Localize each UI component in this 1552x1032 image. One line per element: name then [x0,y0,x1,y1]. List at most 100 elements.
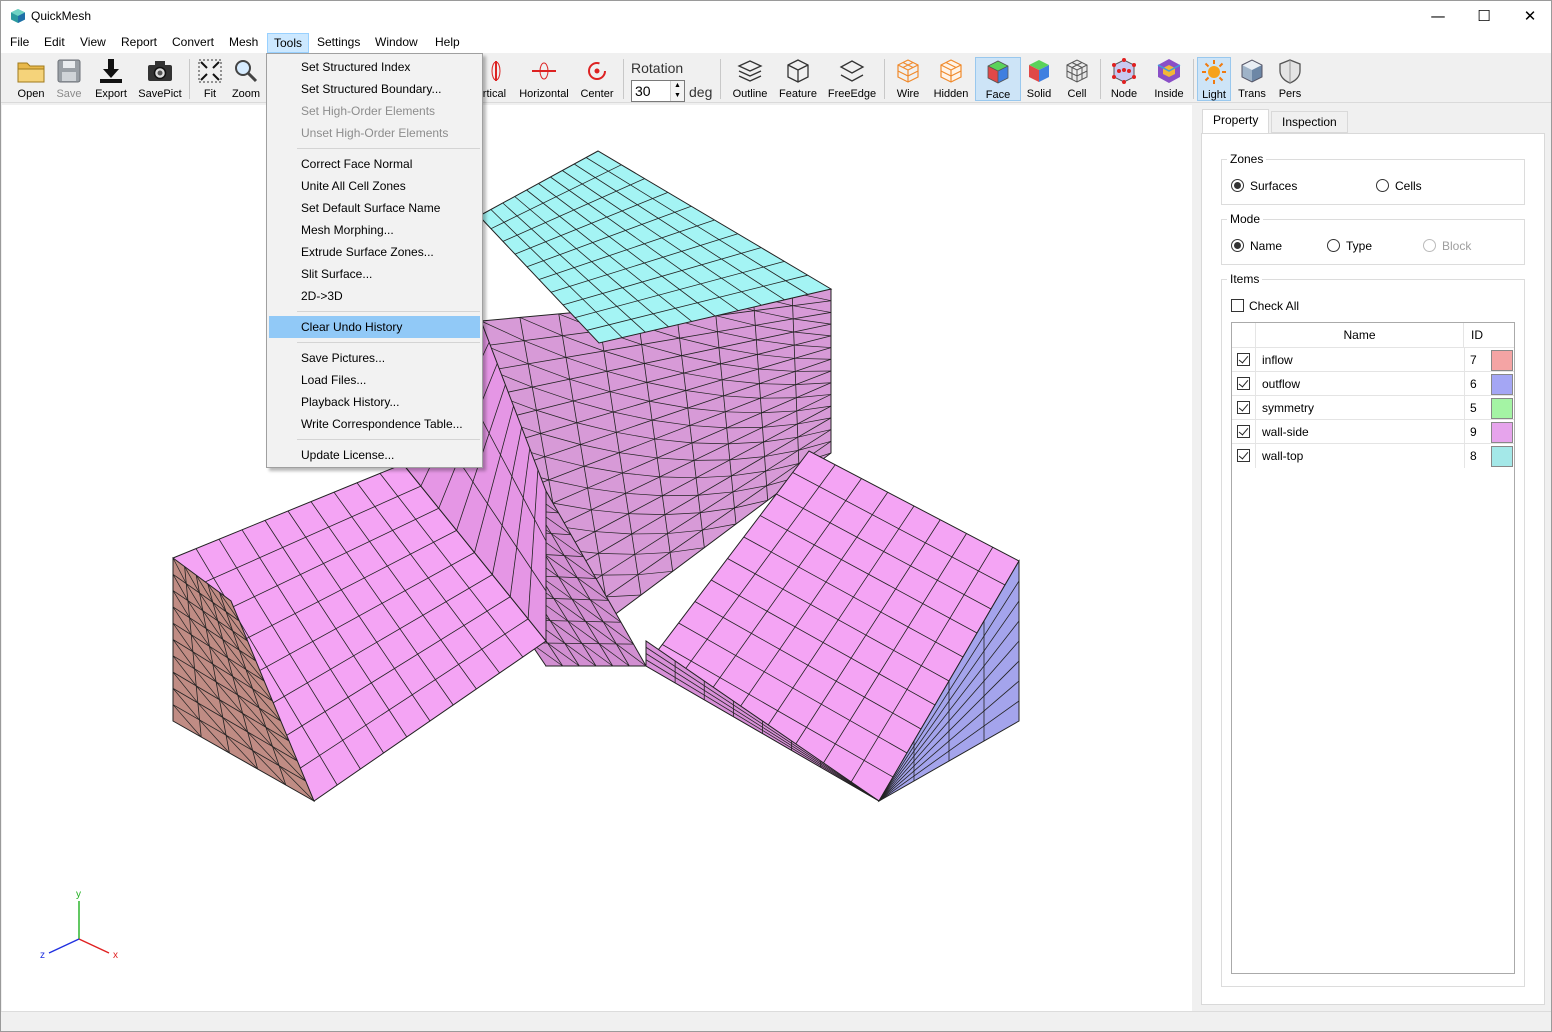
check-all[interactable]: Check All [1231,299,1299,313]
floppy-icon [57,59,81,83]
row-name: wall-side [1262,425,1309,439]
app-icon [11,9,25,23]
row-color-swatch[interactable] [1491,374,1513,395]
radio-type[interactable]: Type [1327,239,1372,253]
mesh-viewport[interactable]: y x z [2,105,1192,1011]
app-window: QuickMesh — ☐ ✕ File Edit View Report Co… [0,0,1552,1032]
spin-down-icon[interactable]: ▼ [671,91,684,101]
row-color-swatch[interactable] [1491,422,1513,443]
menu-separator [297,148,480,149]
menu-help[interactable]: Help [429,33,466,53]
rotation-unit: deg [689,84,713,100]
menu-window[interactable]: Window [369,33,424,53]
row-checkbox[interactable] [1237,401,1250,414]
row-id: 6 [1464,372,1490,396]
menu-item-extrude-surface-zones[interactable]: Extrude Surface Zones... [269,241,480,263]
radio-cells[interactable]: Cells [1376,179,1422,193]
menu-convert[interactable]: Convert [166,33,220,53]
table-header-name[interactable]: Name [1256,323,1464,347]
row-name: outflow [1262,377,1301,391]
table-row[interactable]: outflow 6 [1232,371,1514,396]
row-color-swatch[interactable] [1491,446,1513,467]
row-color-swatch[interactable] [1491,398,1513,419]
menu-item-update-license[interactable]: Update License... [269,444,480,466]
menu-item-slit-surface[interactable]: Slit Surface... [269,263,480,285]
toolbar-separator [623,59,624,99]
table-row[interactable]: inflow 7 [1232,347,1514,372]
maximize-button[interactable]: ☐ [1461,1,1507,31]
row-color-swatch[interactable] [1491,350,1513,371]
tab-property[interactable]: Property [1202,109,1270,134]
minimize-button[interactable]: — [1415,1,1461,31]
menu-file[interactable]: File [4,33,35,53]
menu-item-load-files[interactable]: Load Files... [269,369,480,391]
save-button[interactable]: Save [53,57,85,101]
savepict-button[interactable]: SavePict [137,57,183,101]
zoom-button[interactable]: Zoom [230,57,262,101]
tab-inspection[interactable]: Inspection [1271,111,1348,133]
horizontal-rotate-button[interactable]: Horizontal [517,57,571,101]
menu-item-2d-3d[interactable]: 2D->3D [269,285,480,307]
table-header-id[interactable]: ID [1464,323,1490,347]
menu-edit[interactable]: Edit [38,33,71,53]
row-check-cell[interactable] [1232,396,1256,420]
check-all-checkbox[interactable] [1231,299,1244,312]
fit-icon [198,59,222,83]
close-button[interactable]: ✕ [1507,1,1552,31]
menu-mesh[interactable]: Mesh [223,33,264,53]
radio-name[interactable]: Name [1231,239,1282,253]
open-button[interactable]: Open [13,57,49,101]
row-name: wall-top [1262,449,1304,463]
magnifier-icon [235,60,258,83]
folder-icon [17,62,45,83]
row-check-cell[interactable] [1232,372,1256,396]
table-header-check [1232,323,1256,347]
radio-indicator[interactable] [1231,179,1244,192]
camera-icon [148,61,172,81]
spin-up-icon[interactable]: ▲ [671,81,684,91]
radio-indicator[interactable] [1376,179,1389,192]
radio-surfaces[interactable]: Surfaces [1231,179,1297,193]
row-id: 5 [1464,396,1490,420]
menu-item-unite-all-cell-zones[interactable]: Unite All Cell Zones [269,175,480,197]
menu-view[interactable]: View [74,33,112,53]
table-row[interactable]: symmetry 5 [1232,395,1514,420]
row-id: 9 [1464,420,1490,444]
row-checkbox[interactable] [1237,425,1250,438]
row-checkbox[interactable] [1237,449,1250,462]
menu-separator [297,311,480,312]
fit-button[interactable]: Fit [195,57,225,101]
menu-item-set-high-order-elements: Set High-Order Elements [301,104,436,118]
menu-tools[interactable]: Tools [267,33,310,53]
menu-item-set-default-surface-name[interactable]: Set Default Surface Name [269,197,480,219]
menu-item-playback-history[interactable]: Playback History... [269,391,480,413]
menu-item-correct-face-normal[interactable]: Correct Face Normal [269,153,480,175]
toolbar-separator [189,59,190,99]
row-check-cell[interactable] [1232,444,1256,468]
menu-settings[interactable]: Settings [311,33,366,53]
row-checkbox[interactable] [1237,353,1250,366]
axis-y-label: y [76,889,81,900]
menu-item-set-structured-boundary[interactable]: Set Structured Boundary... [269,78,480,100]
mesh-model[interactable] [2,105,1192,1011]
axis-z-label: z [40,950,45,961]
table-row[interactable]: wall-top 8 [1232,443,1514,468]
row-check-cell[interactable] [1232,348,1256,372]
radio-indicator[interactable] [1327,239,1340,252]
zones-label: Zones [1227,152,1267,166]
radio-indicator[interactable] [1231,239,1244,252]
download-icon [100,59,122,83]
center-button[interactable]: Center [577,57,617,101]
menu-item-write-correspondence-table[interactable]: Write Correspondence Table... [269,413,480,435]
tools-menu-dropdown: Set Structured Index Set Structured Bound… [266,53,483,468]
export-button[interactable]: Export [91,57,131,101]
menu-report[interactable]: Report [115,33,163,53]
menu-item-mesh-morphing[interactable]: Mesh Morphing... [269,219,480,241]
menu-item-set-structured-index[interactable]: Set Structured Index [269,56,480,78]
menu-item-save-pictures[interactable]: Save Pictures... [269,347,480,369]
rotation-spinner[interactable]: ▲ ▼ [670,81,684,101]
table-row[interactable]: wall-side 9 [1232,419,1514,444]
row-checkbox[interactable] [1237,377,1250,390]
menu-item-clear-undo-history[interactable]: Clear Undo History [269,316,480,338]
row-check-cell[interactable] [1232,420,1256,444]
